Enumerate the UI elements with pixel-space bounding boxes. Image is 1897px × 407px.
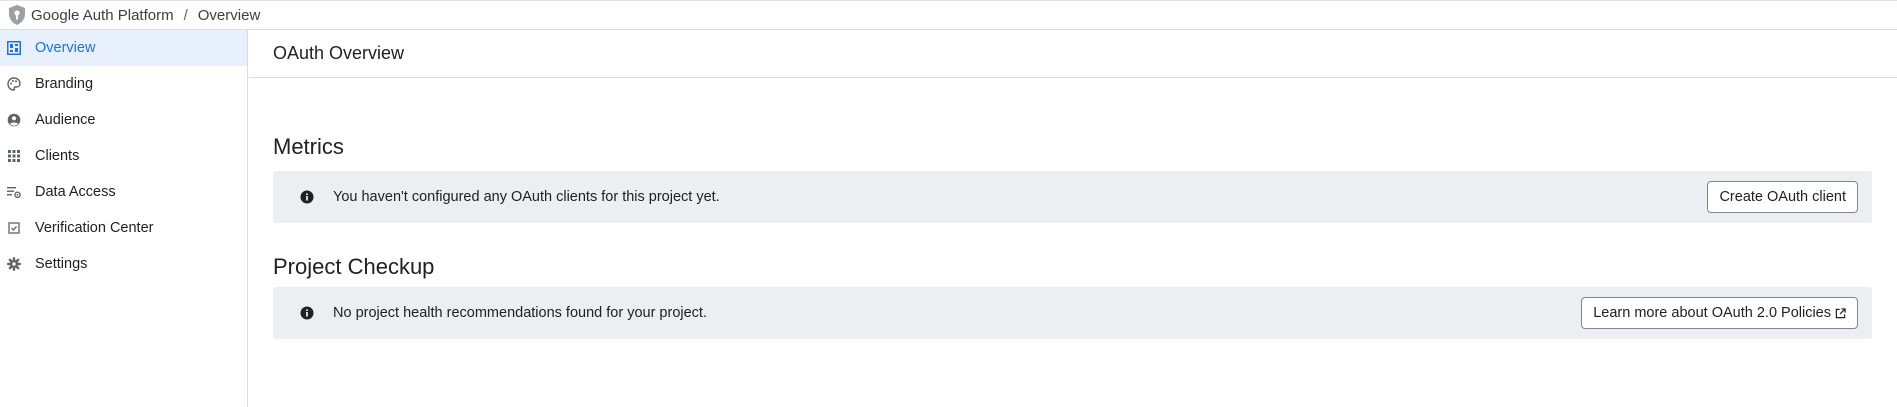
page-header: OAuth Overview	[249, 30, 1897, 78]
filter-settings-icon	[7, 185, 21, 199]
sidebar-item-label: Verification Center	[35, 220, 154, 236]
sidebar-item-verification-center[interactable]: Verification Center	[0, 210, 247, 246]
palette-icon	[7, 77, 21, 91]
create-oauth-client-button[interactable]: Create OAuth client	[1707, 181, 1858, 213]
top-bar: Google Auth Platform / Overview	[0, 0, 1897, 30]
sidebar-item-label: Settings	[35, 256, 88, 272]
external-link-icon	[1835, 307, 1846, 319]
metrics-title: Metrics	[273, 134, 344, 159]
metrics-notice: You haven't configured any OAuth clients…	[273, 171, 1872, 223]
dashboard-icon	[7, 41, 21, 55]
learn-more-label: Learn more about OAuth 2.0 Policies	[1593, 305, 1831, 321]
account-circle-icon	[7, 113, 21, 127]
info-icon	[299, 189, 315, 205]
checkup-notice-text: No project health recommendations found …	[333, 305, 707, 321]
sidebar-item-overview[interactable]: Overview	[0, 30, 247, 66]
learn-more-oauth-policies-button[interactable]: Learn more about OAuth 2.0 Policies	[1581, 297, 1858, 329]
sidebar-item-settings[interactable]: Settings	[0, 246, 247, 282]
sidebar-item-audience[interactable]: Audience	[0, 102, 247, 138]
checkbox-icon	[7, 221, 21, 235]
sidebar-item-label: Audience	[35, 112, 96, 128]
breadcrumb-current: Overview	[197, 6, 261, 24]
project-checkup-title: Project Checkup	[273, 254, 435, 279]
breadcrumb-root[interactable]: Google Auth Platform	[31, 7, 174, 24]
sidebar: Overview Branding Audience Clients Data …	[0, 30, 248, 407]
main-content: OAuth Overview Metrics You haven't confi…	[249, 30, 1897, 407]
sidebar-item-label: Clients	[35, 148, 80, 164]
sidebar-item-data-access[interactable]: Data Access	[0, 174, 247, 210]
sidebar-item-branding[interactable]: Branding	[0, 66, 247, 102]
info-icon	[299, 305, 315, 321]
apps-grid-icon	[7, 149, 21, 163]
sidebar-item-clients[interactable]: Clients	[0, 138, 247, 174]
sidebar-item-label: Overview	[35, 40, 96, 56]
page-title: OAuth Overview	[273, 43, 405, 63]
checkup-notice: No project health recommendations found …	[273, 287, 1872, 339]
sidebar-item-label: Branding	[35, 76, 94, 92]
gear-icon	[7, 257, 21, 271]
breadcrumb-separator: /	[183, 6, 188, 24]
sidebar-item-label: Data Access	[35, 184, 116, 200]
metrics-notice-text: You haven't configured any OAuth clients…	[333, 189, 720, 205]
shield-key-icon	[6, 3, 28, 27]
